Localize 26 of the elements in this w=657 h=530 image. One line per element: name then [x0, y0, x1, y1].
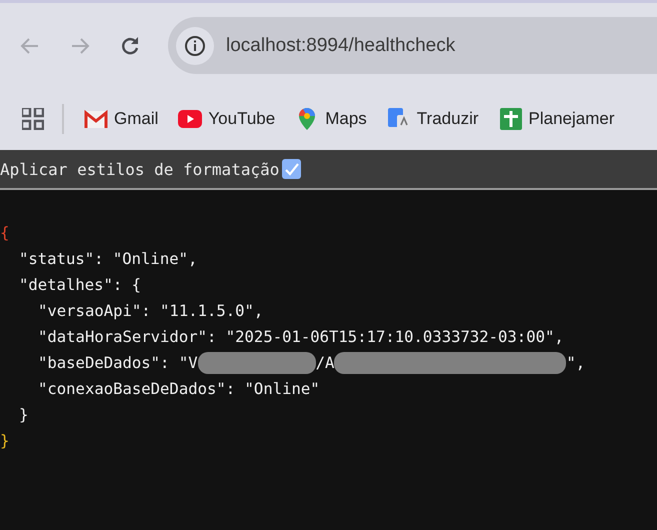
open-brace: { — [0, 223, 10, 244]
format-checkbox[interactable] — [282, 159, 302, 179]
json-line: } — [19, 405, 28, 426]
bookmark[interactable]: Maps — [293, 105, 369, 133]
url-text: localhost:8994/healthcheck — [226, 34, 456, 56]
apps-grid-icon[interactable] — [22, 108, 44, 130]
close-brace: } — [0, 431, 10, 452]
json-line: "versaoApi": "11.1.5.0", — [38, 301, 264, 322]
bookmark[interactable]: Planejamer — [496, 105, 617, 133]
json-text: ", — [566, 354, 586, 372]
info-icon[interactable] — [184, 34, 206, 56]
address-bar[interactable]: localhost:8994/healthcheck — [168, 17, 657, 74]
bookmark[interactable]: Gmail — [82, 105, 160, 133]
json-line: "status": "Online", — [19, 249, 198, 270]
json-text: "baseDeDados": "V — [38, 354, 198, 372]
play-icon — [178, 107, 202, 131]
bookmark[interactable]: Traduzir — [384, 105, 481, 133]
json-text: /A — [316, 354, 334, 372]
check-icon — [284, 162, 300, 176]
format-label: Aplicar estilos de formatação — [0, 160, 280, 178]
bookmark[interactable]: YouTube — [176, 105, 278, 133]
envelope-icon — [84, 107, 108, 131]
json-line: "conexaoBaseDeDados": "Online" — [38, 379, 320, 400]
json-line: "detalhes": { — [19, 275, 142, 296]
json-line: "dataHoraServidor": "2025-01-06T15:17:10.0333732-03:00", — [38, 327, 564, 348]
sheets-icon — [498, 107, 523, 131]
